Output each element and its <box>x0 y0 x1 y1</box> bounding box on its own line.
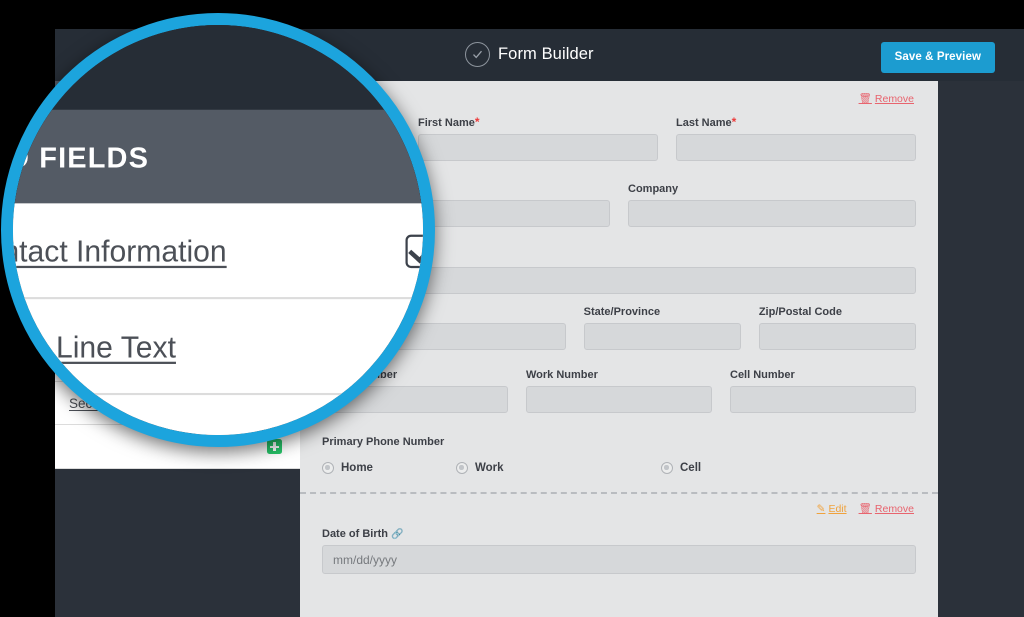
contact-block-actions: 🗑 Remove <box>859 92 914 105</box>
dob-placeholder: mm/dd/yyyy <box>333 553 397 567</box>
primary-phone-label: Primary Phone Number <box>322 436 916 448</box>
dob-block-actions: ✎ Edit 🗑 Remove <box>817 502 914 515</box>
dob-label: Date of Birth🔗 <box>322 528 916 540</box>
first-name-label: First Name* <box>418 115 658 129</box>
work-number-input[interactable] <box>526 386 712 413</box>
state-province-label: State/Province <box>584 306 741 318</box>
plus-icon[interactable] <box>405 426 423 435</box>
screenshot-stage: Form Builder Save & Preview ADD FIELDS C… <box>0 0 1024 617</box>
sidebar-item-label: Contact Information <box>13 234 227 267</box>
dob-input[interactable]: mm/dd/yyyy <box>322 545 916 574</box>
edit-dob-block-link[interactable]: ✎ Edit <box>817 503 847 515</box>
trash-icon: 🗑 <box>859 92 872 105</box>
remove-label: Remove <box>875 503 914 515</box>
magnifier-lens: Form Builder Save & Preview ADD FIELDS C… <box>1 13 435 447</box>
sidebar-field-list: Contact Information Single Line Text Par… <box>13 203 423 435</box>
magnified-window-copy: Form Builder Save & Preview ADD FIELDS C… <box>13 25 423 435</box>
radio-option-work[interactable]: Work <box>456 462 661 474</box>
radio-icon[interactable] <box>456 462 468 474</box>
remove-contact-block-link[interactable]: 🗑 Remove <box>859 92 914 105</box>
required-star: * <box>475 115 480 129</box>
cell-number-label: Cell Number <box>730 369 916 381</box>
save-and-preview-button[interactable]: Save & Preview <box>881 42 995 73</box>
remove-label: Remove <box>875 93 914 105</box>
trash-icon: 🗑 <box>859 502 872 515</box>
date-of-birth-block: ✎ Edit 🗑 Remove Date of Birth🔗 mm/dd/yyy… <box>300 494 938 574</box>
plus-icon[interactable] <box>405 330 423 363</box>
checkbox-checked-icon[interactable] <box>405 234 423 267</box>
company-label: Company <box>628 183 916 195</box>
app-brand: Form Builder <box>465 42 594 67</box>
state-province-input[interactable] <box>584 323 741 350</box>
pencil-square-icon: ✎ <box>817 503 826 515</box>
link-icon: 🔗 <box>391 529 403 540</box>
check-circle-icon <box>465 42 490 67</box>
remove-dob-block-link[interactable]: 🗑 Remove <box>859 502 914 515</box>
radio-label: Home <box>341 462 373 474</box>
required-star: * <box>732 115 737 129</box>
magnifier-lens-content: Form Builder Save & Preview ADD FIELDS C… <box>13 25 423 435</box>
dob-field: Date of Birth🔗 mm/dd/yyyy <box>322 528 916 574</box>
work-number-label: Work Number <box>526 369 712 381</box>
add-fields-sidebar: ADD FIELDS Contact Information Single Li… <box>13 110 423 435</box>
last-name-input[interactable] <box>676 134 916 161</box>
sidebar-item-paragraph-text[interactable]: Paragraph Text <box>13 396 423 435</box>
radio-option-cell[interactable]: Cell <box>661 462 701 474</box>
primary-phone-group: Primary Phone Number Home Work Cell <box>322 436 916 474</box>
plus-icon[interactable] <box>267 439 282 454</box>
last-name-label: Last Name* <box>676 115 916 129</box>
sidebar-header: ADD FIELDS <box>13 110 423 204</box>
last-name-field: Last Name* <box>676 115 916 161</box>
sidebar-header-label: ADD FIELDS <box>13 140 149 173</box>
zip-postal-field: Zip/Postal Code <box>759 306 916 350</box>
cell-number-field: Cell Number <box>730 369 916 413</box>
radio-option-home[interactable]: Home <box>322 462 456 474</box>
magnifier-lens-viewport: Form Builder Save & Preview ADD FIELDS C… <box>13 25 423 435</box>
work-number-field: Work Number <box>526 369 712 413</box>
first-name-input[interactable] <box>418 134 658 161</box>
sidebar-item-contact-information[interactable]: Contact Information <box>13 203 423 299</box>
radio-icon[interactable] <box>322 462 334 474</box>
radio-label: Cell <box>680 462 701 474</box>
sidebar-item-single-line-text[interactable]: Single Line Text <box>13 300 423 396</box>
first-name-field: First Name* <box>418 115 658 161</box>
company-input[interactable] <box>628 200 916 227</box>
page-title: Form Builder <box>498 45 594 64</box>
company-field: Company <box>628 183 916 227</box>
primary-phone-options: Home Work Cell <box>322 462 916 474</box>
state-province-field: State/Province <box>584 306 741 350</box>
cell-number-input[interactable] <box>730 386 916 413</box>
top-bar: Form Builder Save & Preview <box>13 25 423 110</box>
sidebar-item-label: Paragraph Text <box>13 426 168 435</box>
sidebar-item-label: Single Line Text <box>13 330 176 363</box>
radio-icon[interactable] <box>661 462 673 474</box>
zip-postal-input[interactable] <box>759 323 916 350</box>
radio-label: Work <box>475 462 504 474</box>
edit-label: Edit <box>828 503 846 515</box>
zip-postal-label: Zip/Postal Code <box>759 306 916 318</box>
